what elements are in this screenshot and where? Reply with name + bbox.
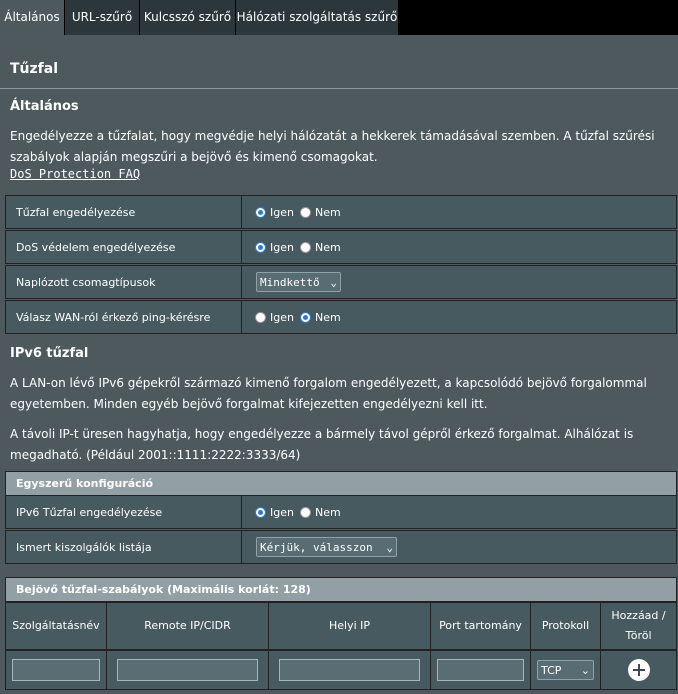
section-heading-ipv6: IPv6 tűzfal	[10, 346, 89, 361]
radio-label: Nem	[314, 240, 341, 254]
radio-icon[interactable]	[299, 241, 311, 253]
tab-network-service-filter[interactable]: Hálózati szolgáltatás szűrő	[236, 0, 399, 35]
firewall-enable-yes[interactable]: Igen	[255, 206, 294, 219]
radio-label: Igen	[270, 240, 294, 254]
chevron-down-icon: ⌄	[330, 275, 337, 289]
select-value: Mindkettő	[260, 275, 320, 289]
general-description: Engedélyezze a tűzfalat, hogy megvédje h…	[10, 129, 655, 164]
protocol-cell: TCP ⌄	[530, 650, 601, 690]
radio-label: Igen	[270, 505, 294, 519]
wan-ping-label: Válasz WAN-ról érkező ping-kérésre	[6, 301, 242, 333]
radio-label: Nem	[314, 205, 341, 219]
dos-enable-label: DoS védelem engedélyezése	[6, 231, 242, 263]
wan-ping-yes[interactable]: Igen	[255, 311, 294, 324]
col-service-name: Szolgáltatásnév	[5, 602, 107, 650]
ipv6-enable-options: Igen Nem	[242, 496, 676, 528]
col-remote-ip: Remote IP/CIDR	[106, 602, 269, 650]
remote-ip-cell	[106, 650, 269, 690]
logged-packets-label: Naplózott csomagtípusok	[6, 266, 242, 298]
tab-bar: Általános URL-szűrő Kulcsszó szűrő Hálóz…	[0, 0, 678, 35]
known-servers-select[interactable]: Kérjük, válasszon ⌄	[256, 537, 397, 557]
local-ip-input[interactable]	[278, 659, 421, 681]
add-icon[interactable]	[627, 659, 650, 681]
radio-label: Nem	[314, 505, 341, 519]
section-heading-general: Általános	[10, 99, 79, 114]
known-servers-cell: Kérjük, válasszon ⌄	[242, 531, 676, 563]
protocol-select[interactable]: TCP ⌄	[537, 660, 594, 680]
service-name-input[interactable]	[12, 659, 100, 681]
logged-packets-cell: Mindkettő ⌄	[242, 266, 676, 298]
firewall-enable-options: Igen Nem	[242, 196, 676, 228]
firewall-enable-row: Tűzfal engedélyezése Igen Nem	[5, 195, 677, 229]
chevron-down-icon: ⌄	[386, 540, 393, 554]
dos-enable-row: DoS védelem engedélyezése Igen Nem	[5, 230, 677, 264]
chevron-down-icon: ⌄	[580, 663, 590, 677]
tab-url-filter[interactable]: URL-szűrő	[65, 0, 140, 35]
firewall-enable-label: Tűzfal engedélyezése	[6, 196, 242, 228]
port-range-cell	[430, 650, 531, 690]
radio-selected-icon[interactable]	[255, 506, 266, 518]
logged-packets-row: Naplózott csomagtípusok Mindkettő ⌄	[5, 265, 677, 299]
known-servers-label: Ismert kiszolgálók listája	[6, 531, 242, 563]
dos-enable-options: Igen Nem	[242, 231, 676, 263]
ipv6-description-1: A LAN-on lévő IPv6 gépekről származó kim…	[10, 376, 647, 411]
col-local-ip: Helyi IP	[268, 602, 431, 650]
add-cell	[600, 650, 677, 690]
ipv6-enable-row: IPv6 Tűzfal engedélyezése Igen Nem	[5, 495, 677, 529]
inbound-rules-header: Bejövő tűzfal-szabályok (Maximális korlá…	[5, 577, 677, 602]
firewall-enable-no[interactable]: Nem	[299, 205, 341, 219]
service-name-cell	[5, 650, 107, 690]
wan-ping-row: Válasz WAN-ról érkező ping-kérésre Igen …	[5, 300, 677, 334]
port-range-input[interactable]	[436, 659, 525, 681]
wan-ping-options: Igen Nem	[242, 301, 676, 333]
dos-enable-yes[interactable]: Igen	[255, 241, 294, 254]
ipv6-enable-yes[interactable]: Igen	[255, 506, 294, 519]
divider	[0, 88, 678, 89]
tab-general[interactable]: Általános	[0, 0, 65, 35]
ipv6-description-2: A távoli IP-t üresen hagyhatja, hogy eng…	[10, 427, 634, 462]
page-title: Tűzfal	[10, 61, 59, 77]
remote-ip-input[interactable]	[116, 659, 259, 681]
dos-enable-no[interactable]: Nem	[299, 240, 341, 254]
ipv6-enable-label: IPv6 Tűzfal engedélyezése	[6, 496, 242, 528]
col-protocol: Protokoll	[530, 602, 601, 650]
dos-faq-link-text[interactable]: DoS Protection FAQ	[10, 167, 140, 181]
radio-icon[interactable]	[299, 206, 311, 218]
simple-config-header: Egyszerű konfiguráció	[5, 471, 677, 496]
ipv6-enable-no[interactable]: Nem	[299, 505, 341, 519]
tab-keyword-filter[interactable]: Kulcsszó szűrő	[140, 0, 236, 35]
radio-selected-icon[interactable]	[299, 311, 311, 323]
radio-label: Igen	[270, 310, 294, 324]
radio-icon[interactable]	[299, 506, 311, 518]
logged-packets-select[interactable]: Mindkettő ⌄	[256, 272, 341, 292]
radio-selected-icon[interactable]	[255, 241, 266, 253]
radio-icon[interactable]	[255, 311, 266, 323]
dos-faq-link[interactable]: DoS Protection FAQ	[10, 167, 140, 181]
col-port-range: Port tartomány	[430, 602, 531, 650]
radio-selected-icon[interactable]	[255, 206, 266, 218]
col-add-delete: Hozzáad / Töröl	[600, 602, 677, 650]
wan-ping-no[interactable]: Nem	[299, 310, 341, 324]
radio-label: Igen	[270, 205, 294, 219]
select-value: Kérjük, válasszon	[260, 540, 373, 554]
radio-label: Nem	[314, 310, 341, 324]
local-ip-cell	[268, 650, 431, 690]
select-value: TCP	[541, 663, 562, 677]
known-servers-row: Ismert kiszolgálók listája Kérjük, válas…	[5, 530, 677, 564]
